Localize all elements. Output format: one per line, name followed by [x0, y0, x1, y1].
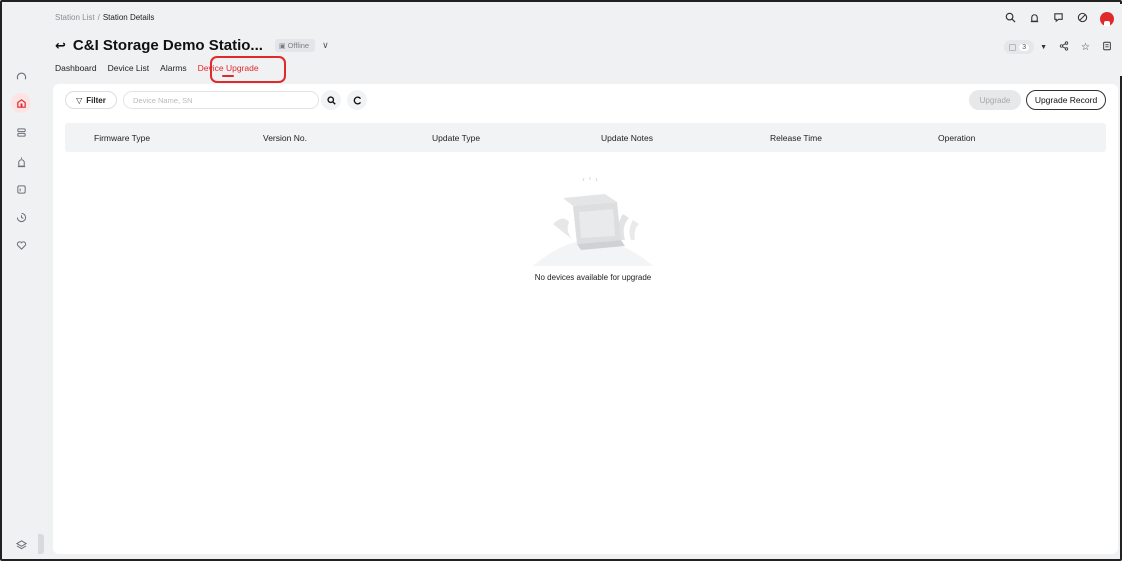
filter-icon: ▽	[76, 95, 83, 105]
empty-state: No devices available for upgrade	[493, 174, 693, 284]
back-icon[interactable]: ↩	[55, 38, 66, 54]
counter-value: 3	[1019, 43, 1030, 51]
search-icon	[326, 95, 336, 105]
breadcrumb-current: Station Details	[102, 13, 155, 22]
upgrade-button[interactable]: Upgrade	[969, 90, 1021, 110]
checkbox-icon	[1009, 43, 1017, 51]
page-title: C&I Storage Demo Statio...	[72, 37, 263, 54]
tab-highlight-box	[210, 56, 286, 83]
column-release-time: Release Time	[770, 133, 822, 143]
empty-box-illustration	[533, 177, 653, 266]
message-icon[interactable]	[1046, 12, 1070, 26]
notification-counter[interactable]: 3	[1004, 40, 1035, 54]
devices-icon[interactable]	[4, 122, 38, 142]
upgrade-panel: ▽ Filter Upgrade Upgrade Record Firmware…	[53, 84, 1118, 554]
table-header: Firmware Type Version No. Update Type Up…	[65, 123, 1106, 152]
sidebar-collapse-handle[interactable]	[38, 534, 44, 554]
station-tools: 3 ▼ ☆	[1004, 40, 1112, 54]
tab-device-list[interactable]: Device List	[108, 63, 150, 73]
report-icon[interactable]	[4, 179, 38, 199]
column-version-no: Version No.	[263, 133, 307, 143]
document-icon[interactable]	[1102, 41, 1112, 54]
search-button[interactable]	[321, 90, 341, 110]
station-icon[interactable]	[4, 93, 38, 113]
search-icon[interactable]	[998, 12, 1022, 26]
column-operation: Operation	[938, 133, 976, 143]
filter-button[interactable]: ▽ Filter	[65, 91, 117, 109]
share-icon[interactable]	[1059, 40, 1069, 54]
breadcrumb: Station List / Station Details	[55, 13, 154, 22]
filter-label: Filter	[86, 95, 106, 105]
refresh-icon	[353, 95, 361, 105]
health-icon[interactable]	[4, 235, 38, 255]
help-icon[interactable]	[1070, 12, 1094, 26]
column-update-notes: Update Notes	[601, 133, 653, 143]
alarm-bell-icon[interactable]	[1022, 12, 1046, 26]
title-row: ↩ C&I Storage Demo Statio... ▣ Offline ∨	[55, 37, 329, 54]
layers-icon[interactable]	[4, 534, 38, 554]
breadcrumb-parent[interactable]: Station List	[55, 13, 95, 22]
avatar[interactable]	[1100, 12, 1114, 26]
empty-state-message: No devices available for upgrade	[534, 273, 652, 282]
status-badge: ▣ Offline	[274, 39, 316, 52]
upgrade-record-button[interactable]: Upgrade Record	[1026, 90, 1106, 110]
tab-dashboard[interactable]: Dashboard	[55, 63, 97, 73]
search-input[interactable]	[123, 91, 319, 109]
history-icon[interactable]	[4, 207, 38, 227]
alarm-icon[interactable]	[4, 152, 38, 172]
caret-down-icon[interactable]: ▼	[1040, 44, 1047, 51]
star-icon[interactable]: ☆	[1081, 42, 1090, 53]
left-sidebar	[4, 4, 38, 559]
header: Station List / Station Details ↩ C&I Stora…	[38, 4, 1122, 83]
app-window: Station List / Station Details ↩ C&I Stora…	[0, 0, 1122, 561]
column-firmware-type: Firmware Type	[94, 133, 151, 143]
status-icon: ▣	[278, 42, 286, 50]
chevron-down-icon[interactable]: ∨	[322, 40, 329, 51]
refresh-button[interactable]	[347, 90, 367, 110]
column-update-type: Update Type	[432, 133, 481, 143]
tab-alarms[interactable]: Alarms	[160, 63, 186, 73]
status-label: Offline	[287, 41, 310, 50]
global-toolbar	[998, 12, 1114, 26]
gauge-icon[interactable]	[4, 66, 38, 86]
breadcrumb-separator: /	[97, 13, 100, 22]
